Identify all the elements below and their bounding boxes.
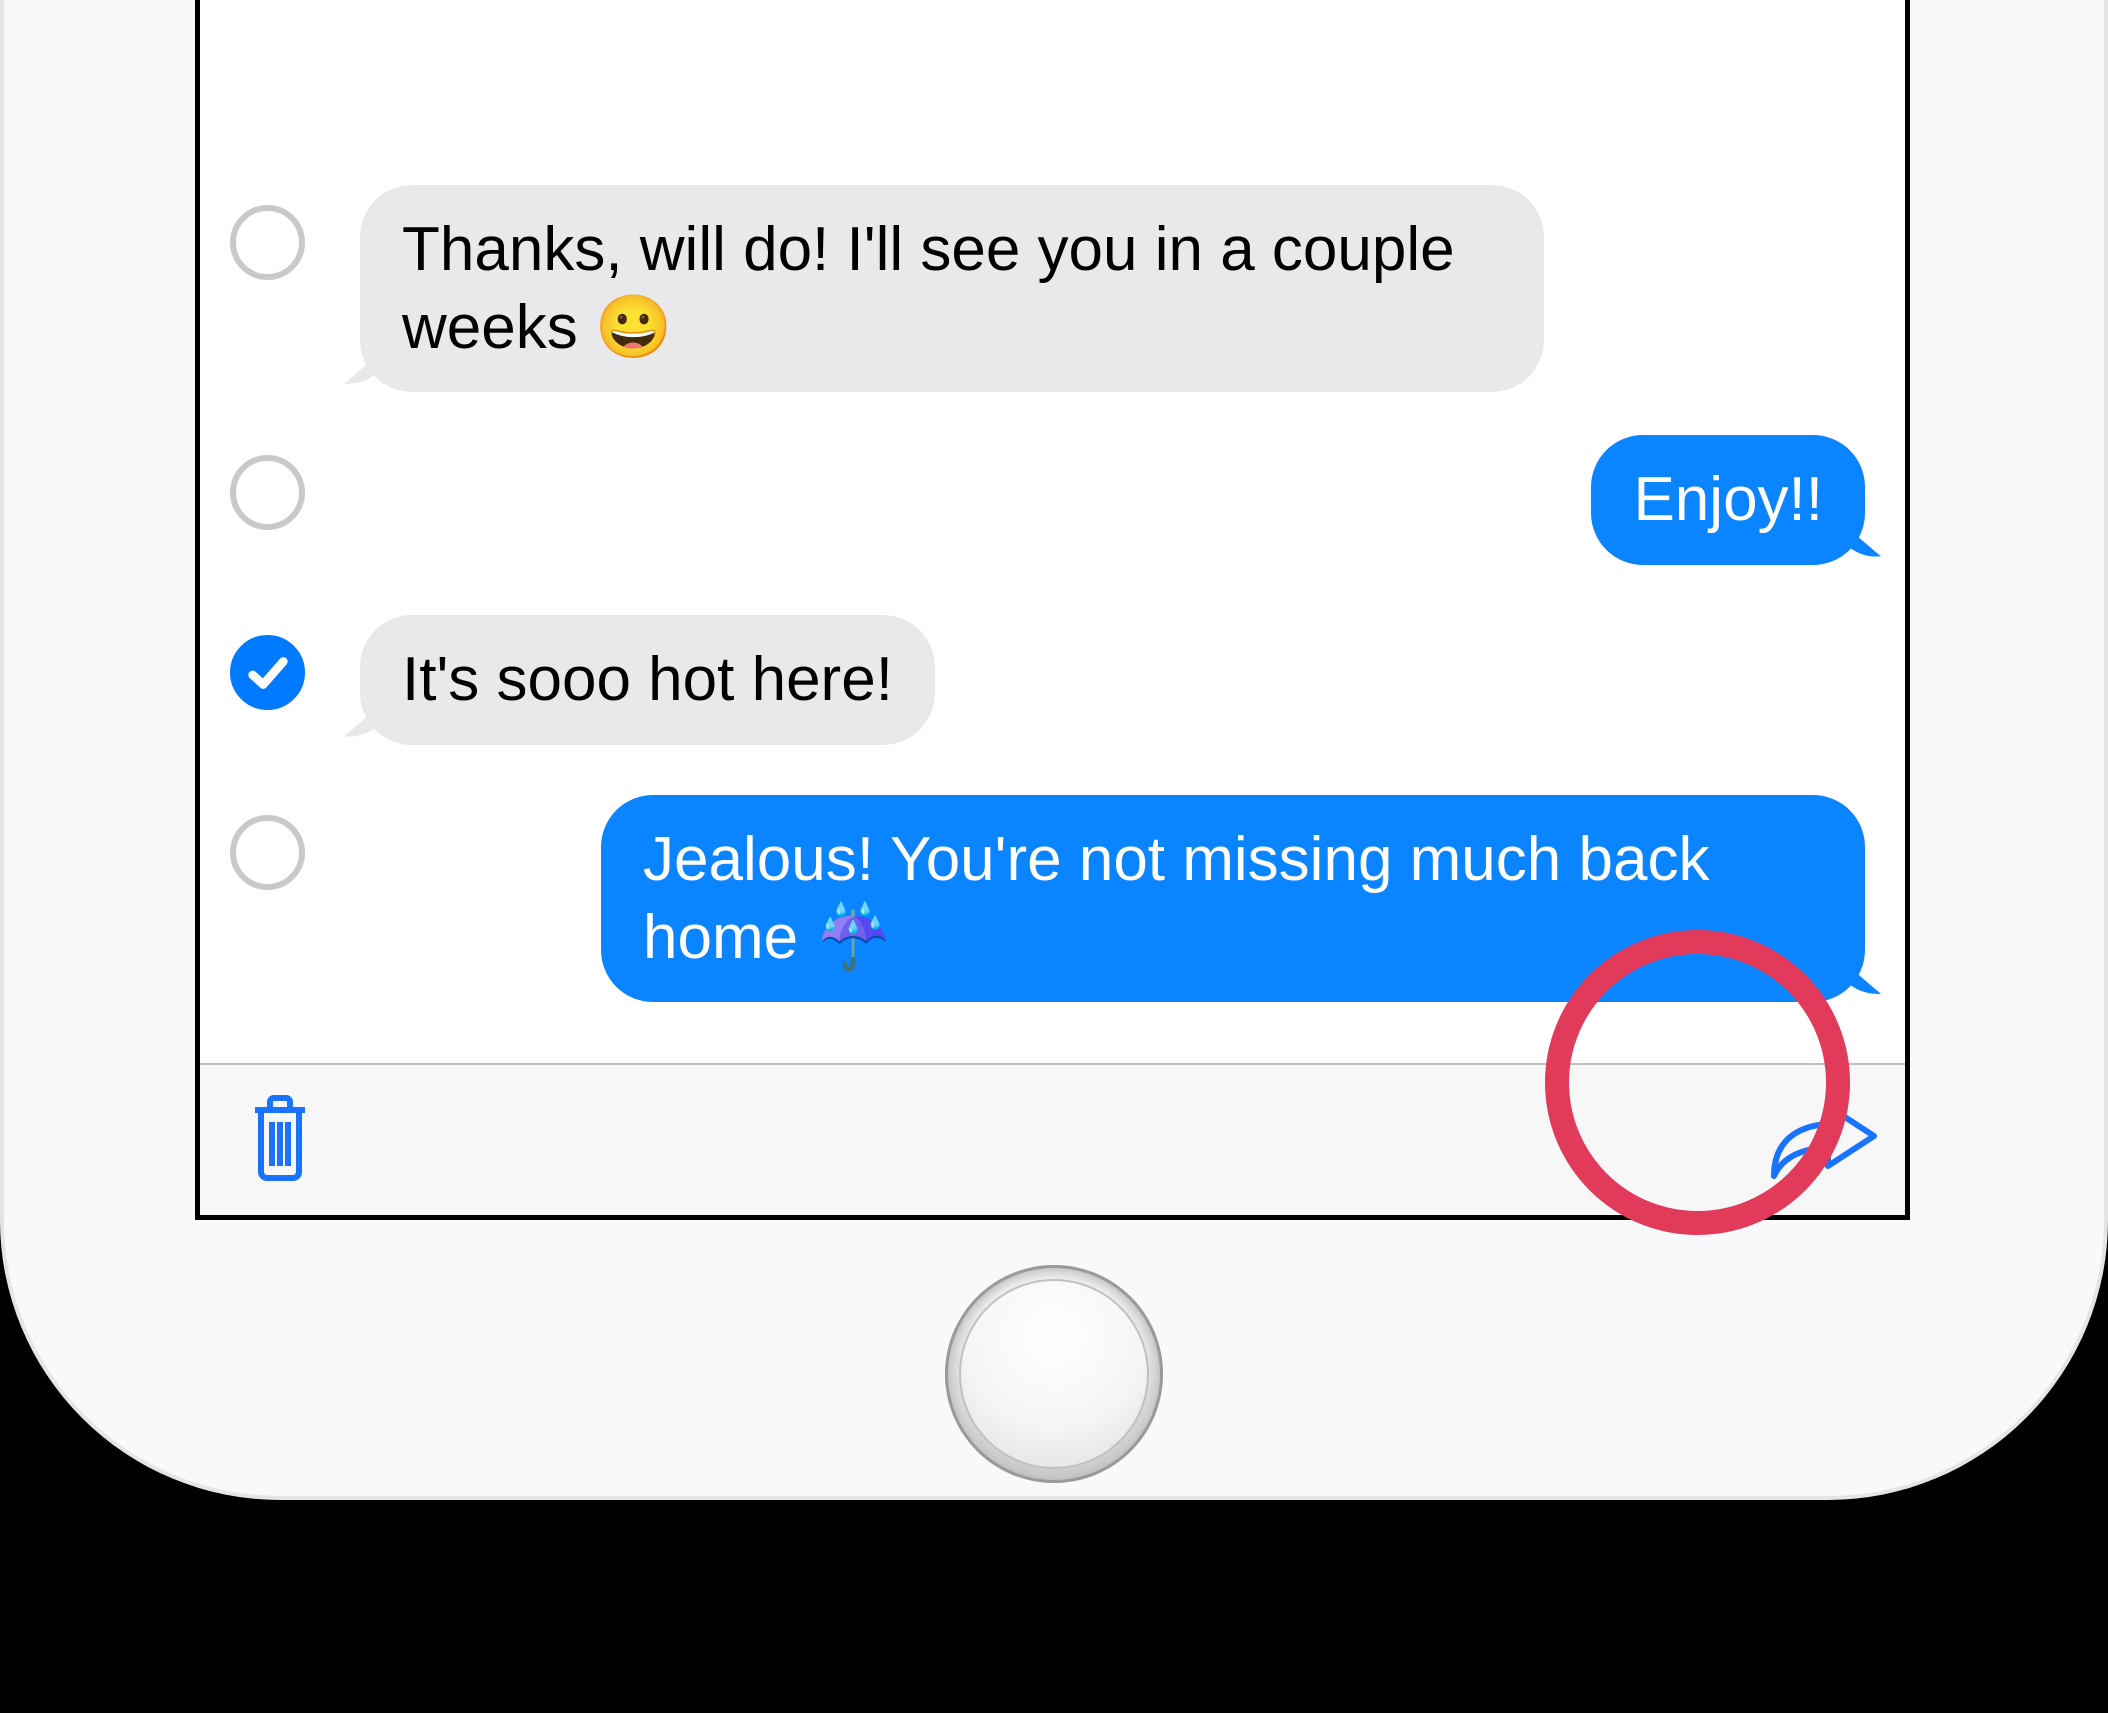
message-bubble-outgoing: Jealous! You're not missing much back ho… (601, 795, 1865, 1002)
message-bubble-incoming: Thanks, will do! I'll see you in a coupl… (360, 185, 1544, 392)
delete-button[interactable] (236, 1096, 324, 1184)
message-row[interactable]: Jealous! You're not missing much back ho… (200, 795, 1905, 1002)
message-text: Jealous! You're not missing much back ho… (643, 825, 1709, 972)
message-bubble-outgoing: Enjoy!! (1591, 435, 1865, 565)
select-circle-checked[interactable] (230, 635, 305, 710)
message-row[interactable]: It's sooo hot here! (200, 615, 1905, 745)
select-circle[interactable] (230, 455, 305, 530)
screen: Thanks, will do! I'll see you in a coupl… (195, 0, 1910, 1220)
message-text: Thanks, will do! I'll see you in a coupl… (402, 215, 1455, 362)
home-button[interactable] (945, 1265, 1163, 1483)
message-row[interactable]: Enjoy!! (200, 435, 1905, 565)
iphone-device-frame: Thanks, will do! I'll see you in a coupl… (0, 0, 2108, 1500)
forward-button[interactable] (1781, 1096, 1869, 1184)
message-list: Thanks, will do! I'll see you in a coupl… (200, 0, 1905, 1065)
message-row[interactable]: Thanks, will do! I'll see you in a coupl… (200, 185, 1905, 392)
message-text: It's sooo hot here! (402, 645, 893, 714)
edit-toolbar (200, 1063, 1905, 1215)
select-circle[interactable] (230, 205, 305, 280)
message-bubble-incoming: It's sooo hot here! (360, 615, 935, 745)
message-text: Enjoy!! (1633, 465, 1823, 534)
forward-arrow-icon (1766, 1092, 1884, 1189)
trash-icon (245, 1092, 315, 1189)
select-circle[interactable] (230, 815, 305, 890)
